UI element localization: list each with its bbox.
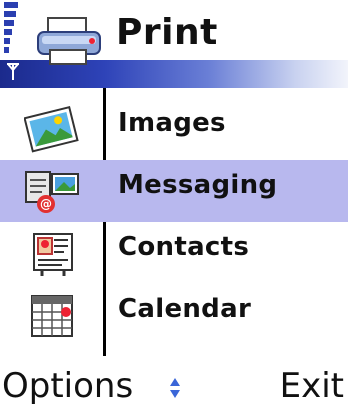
scroll-indicator-icon [170, 378, 180, 398]
list-item-label: Messaging [118, 170, 278, 200]
printer-icon [37, 17, 101, 65]
list-item-label: Calendar [118, 294, 252, 324]
contacts-icon [33, 233, 73, 276]
softkey-bar: Options Exit [0, 366, 348, 410]
signal-strength-icon [4, 2, 20, 60]
list-item-messaging[interactable]: @ Messaging [0, 160, 348, 222]
list-item-images[interactable]: Images [0, 98, 348, 160]
title-bar: Print [0, 0, 348, 88]
list-item-label: Contacts [118, 232, 250, 262]
list-item-contacts[interactable]: Contacts [0, 222, 348, 284]
antenna-icon [7, 63, 19, 80]
exit-softkey[interactable]: Exit [280, 366, 344, 406]
list-item-label: Images [118, 108, 226, 138]
calendar-icon [31, 295, 73, 337]
list-item-calendar[interactable]: Calendar [0, 284, 348, 346]
messaging-icon: @ [25, 171, 79, 213]
options-softkey[interactable]: Options [2, 366, 133, 406]
svg-text:@: @ [40, 197, 52, 211]
page-title: Print [116, 12, 218, 53]
images-icon [24, 105, 79, 153]
